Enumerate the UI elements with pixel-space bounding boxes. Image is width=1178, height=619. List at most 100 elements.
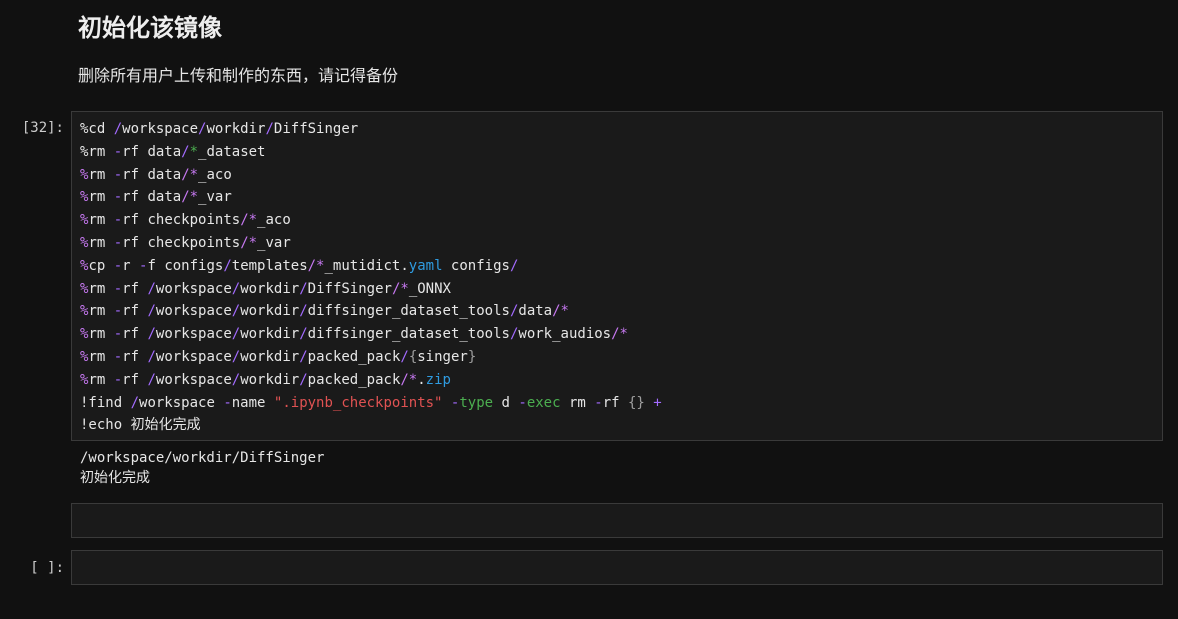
code-line: %rm -rf /workspace/workdir/DiffSinger/*_… xyxy=(80,278,1154,301)
code-token: data xyxy=(518,303,553,320)
code-token: rf xyxy=(122,280,148,297)
code-token: / xyxy=(299,303,308,320)
code-token: / xyxy=(231,303,241,320)
code-token: rf xyxy=(122,326,148,343)
code-line: !echo 初始化完成 xyxy=(80,414,1154,437)
code-token: rf data xyxy=(122,189,182,206)
code-token: - xyxy=(113,303,123,320)
code-token: rf data xyxy=(122,166,182,183)
code-token: /* xyxy=(552,303,569,320)
code-token: type xyxy=(459,394,494,411)
code-token: rf xyxy=(122,303,148,320)
code-token: workspace xyxy=(155,326,232,343)
code-token: / xyxy=(265,121,274,137)
code-token: - xyxy=(113,257,123,274)
code-token: %rm xyxy=(80,143,114,160)
code-token: /* xyxy=(240,234,258,251)
code-token: / xyxy=(113,121,123,137)
code-token: DiffSinger xyxy=(307,280,392,297)
code-token: zip xyxy=(425,371,451,388)
code-token: workdir xyxy=(240,371,300,388)
code-token: _aco xyxy=(257,212,291,229)
code-line: %rm -rf checkpoints/*_var xyxy=(80,232,1154,255)
code-token: + xyxy=(653,394,662,411)
code-token: workspace xyxy=(155,303,232,320)
code-token: singer xyxy=(417,348,468,365)
code-token: rf xyxy=(122,348,148,365)
code-token: f configs xyxy=(147,257,224,274)
code-token: rm xyxy=(88,303,114,320)
empty-code-cell[interactable] xyxy=(71,503,1163,538)
code-line: %rm -rf /workspace/workdir/diffsinger_da… xyxy=(80,323,1154,346)
code-token: workspace xyxy=(122,121,199,137)
code-token: rf xyxy=(602,394,628,411)
code-token: workspace xyxy=(155,280,232,297)
code-token: {} xyxy=(627,394,645,411)
code-token: rf xyxy=(122,371,148,388)
code-token: / xyxy=(130,394,140,411)
code-token: * xyxy=(189,143,199,160)
code-cell-editor[interactable]: %cd /workspace/workdir/DiffSinger %rm -rf… xyxy=(71,111,1163,441)
code-token: - xyxy=(223,394,232,411)
code-token: workdir xyxy=(240,348,300,365)
code-token: workspace xyxy=(155,348,232,365)
code-token: / xyxy=(231,371,241,388)
code-token: /* xyxy=(307,257,325,274)
code-token: workdir xyxy=(240,326,300,343)
output-line: /workspace/workdir/DiffSinger xyxy=(80,450,325,466)
code-token: /* xyxy=(400,371,418,388)
code-token: DiffSinger xyxy=(273,121,359,137)
code-token: / xyxy=(299,371,308,388)
code-token: workdir xyxy=(206,121,266,137)
cell-output: /workspace/workdir/DiffSinger 初始化完成 xyxy=(80,448,324,488)
code-token: / xyxy=(181,143,190,160)
code-token: exec xyxy=(526,394,561,411)
code-token: yaml xyxy=(408,257,443,274)
code-token: cp xyxy=(88,257,114,274)
code-line: %cd /workspace/workdir/DiffSinger xyxy=(80,118,1154,141)
code-token: rm xyxy=(88,234,114,251)
cell-prompt-empty: [ ]: xyxy=(30,560,64,576)
code-token: / xyxy=(299,280,308,297)
code-line: %rm -rf /workspace/workdir/packed_pack/*… xyxy=(80,369,1154,392)
code-token: / xyxy=(299,326,308,343)
code-token: / xyxy=(147,371,156,388)
code-token: !find xyxy=(80,394,131,411)
code-token: / xyxy=(299,348,308,365)
code-token: / xyxy=(231,280,241,297)
code-token: - xyxy=(113,143,123,160)
notebook-page: 初始化该镜像 删除所有用户上传和制作的东西，请记得备份 [32]: %cd /w… xyxy=(0,0,1178,619)
code-token: workspace xyxy=(155,371,232,388)
code-token: rf checkpoints xyxy=(122,234,241,251)
code-token: } xyxy=(467,348,477,365)
code-token: / xyxy=(231,348,241,365)
code-token: work_audios xyxy=(518,326,612,343)
code-line: %rm -rf data/*_dataset xyxy=(80,141,1154,164)
code-token: /* xyxy=(181,166,199,183)
code-line: !find /workspace -name ".ipynb_checkpoin… xyxy=(80,392,1154,415)
code-line: %rm -rf data/*_aco xyxy=(80,164,1154,187)
code-token: - xyxy=(594,394,603,411)
code-token: /* xyxy=(611,326,628,343)
code-token: rm xyxy=(88,212,114,229)
code-token: packed_pack xyxy=(307,348,401,365)
code-token: ".ipynb_checkpoints" xyxy=(273,394,443,411)
code-token: - xyxy=(518,394,527,411)
empty-code-cell-new[interactable] xyxy=(71,550,1163,585)
code-token: - xyxy=(113,189,123,206)
code-line: %rm -rf /workspace/workdir/diffsinger_da… xyxy=(80,300,1154,323)
markdown-heading: 初始化该镜像 xyxy=(78,14,222,42)
code-token: rm xyxy=(560,394,595,411)
code-token: / xyxy=(147,303,156,320)
code-token: rm xyxy=(88,166,114,183)
code-token: _mutidict. xyxy=(324,257,409,274)
code-token: !echo 初始化完成 xyxy=(80,417,201,434)
code-token: /* xyxy=(240,212,258,229)
code-token: _var xyxy=(198,189,232,206)
code-token: / xyxy=(231,326,241,343)
code-token: - xyxy=(113,166,123,183)
code-token: - xyxy=(113,348,123,365)
markdown-paragraph: 删除所有用户上传和制作的东西，请记得备份 xyxy=(78,66,399,85)
code-token: - xyxy=(113,234,123,251)
